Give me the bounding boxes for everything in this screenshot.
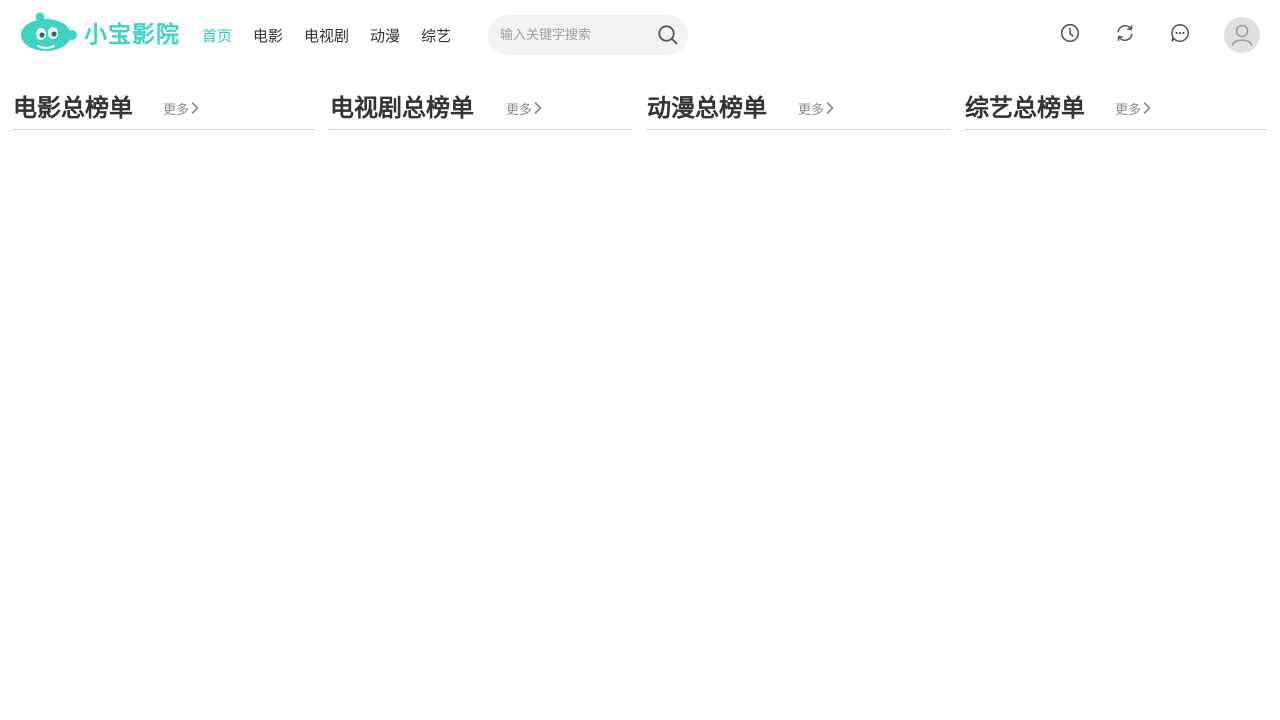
nav-item-movies[interactable]: 电影 [253, 24, 283, 48]
ranking-panel-variety: 综艺总榜单 更多 [964, 88, 1267, 130]
ranking-title: 电影总榜单 [13, 94, 133, 122]
clock-icon[interactable] [1059, 22, 1081, 44]
user-avatar[interactable] [1224, 17, 1260, 53]
user-icon [1231, 24, 1253, 46]
chat-bubble-icon[interactable] [1169, 22, 1191, 44]
ranking-title: 电视剧总榜单 [330, 94, 474, 122]
more-label: 更多 [798, 102, 825, 118]
chevron-right-icon [1143, 102, 1151, 114]
refresh-icon[interactable] [1114, 22, 1136, 44]
more-link[interactable]: 更多 [1115, 98, 1152, 118]
nav-item-tv[interactable]: 电视剧 [304, 24, 349, 48]
search-input[interactable] [500, 27, 650, 43]
brand-logo[interactable]: 小宝影院 [18, 8, 186, 56]
ranking-panel-tv: 电视剧总榜单 更多 [329, 88, 632, 130]
more-link[interactable]: 更多 [163, 98, 200, 118]
chevron-right-icon [534, 102, 542, 114]
ranking-title: 动漫总榜单 [647, 94, 767, 122]
ranking-panel-anime: 动漫总榜单 更多 [646, 88, 950, 130]
chevron-right-icon [191, 102, 199, 114]
search-icon[interactable] [657, 24, 679, 46]
search-box [488, 15, 688, 55]
mascot-logo-icon [21, 12, 77, 51]
top-header: 小宝影院 首页 电影 电视剧 动漫 综艺 [0, 0, 1280, 70]
chevron-right-icon [826, 102, 834, 114]
rankings-section: 电影总榜单 更多 电视剧总榜单 更多 动漫总榜单 更多 综艺总榜单 更多 [0, 88, 1280, 148]
more-label: 更多 [506, 102, 533, 118]
brand-name: 小宝影院 [84, 22, 180, 48]
ranking-panel-movies: 电影总榜单 更多 [12, 88, 315, 130]
main-nav: 首页 电影 电视剧 动漫 综艺 [202, 24, 472, 48]
nav-item-anime[interactable]: 动漫 [370, 24, 400, 48]
more-label: 更多 [163, 102, 190, 118]
ranking-title: 综艺总榜单 [965, 94, 1085, 122]
more-link[interactable]: 更多 [506, 98, 543, 118]
more-label: 更多 [1115, 102, 1142, 118]
more-link[interactable]: 更多 [798, 98, 835, 118]
nav-item-home[interactable]: 首页 [202, 24, 232, 48]
nav-item-variety[interactable]: 综艺 [421, 24, 451, 48]
